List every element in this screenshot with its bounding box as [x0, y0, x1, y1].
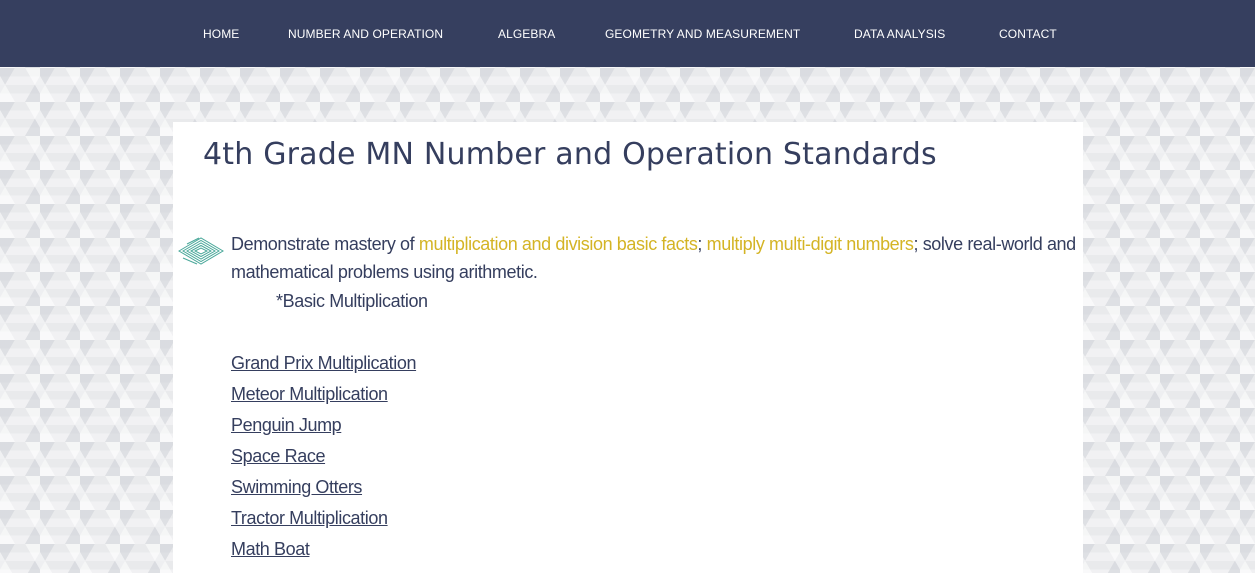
highlight-multi-digit: multiply multi-digit numbers — [706, 234, 914, 254]
top-navbar: HOME NUMBER AND OPERATION ALGEBRA GEOMET… — [0, 0, 1255, 67]
list-item: Tractor Multiplication — [231, 503, 416, 534]
page-title: 4th Grade MN Number and Operation Standa… — [203, 137, 937, 172]
list-item: Penguin Jump — [231, 410, 416, 441]
diamond-bullet-icon — [178, 237, 224, 265]
subheading: *Basic Multiplication — [276, 291, 428, 311]
link-space-race[interactable]: Space Race — [231, 446, 325, 466]
nav-home[interactable]: HOME — [203, 24, 239, 44]
standard-text: Demonstrate mastery of multiplication an… — [231, 230, 1077, 286]
highlight-basic-facts: multiplication and division basic facts — [418, 234, 698, 254]
game-link-list: Grand Prix Multiplication Meteor Multipl… — [231, 348, 416, 565]
link-math-boat[interactable]: Math Boat — [231, 539, 310, 559]
link-meteor-multiplication[interactable]: Meteor Multiplication — [231, 384, 388, 404]
standard-text-part: Demonstrate mastery of — [231, 234, 419, 254]
nav-geometry-and-measurement[interactable]: GEOMETRY AND MEASUREMENT — [605, 24, 800, 44]
nav-number-and-operation[interactable]: NUMBER AND OPERATION — [288, 24, 443, 44]
nav-data-analysis[interactable]: DATA ANALYSIS — [854, 24, 945, 44]
nav-contact[interactable]: CONTACT — [999, 24, 1057, 44]
list-item: Meteor Multiplication — [231, 379, 416, 410]
content-panel: 4th Grade MN Number and Operation Standa… — [173, 122, 1083, 573]
link-tractor-multiplication[interactable]: Tractor Multiplication — [231, 508, 388, 528]
list-item: Space Race — [231, 441, 416, 472]
list-item: Grand Prix Multiplication — [231, 348, 416, 379]
link-penguin-jump[interactable]: Penguin Jump — [231, 415, 342, 435]
list-item: Swimming Otters — [231, 472, 416, 503]
list-item: Math Boat — [231, 534, 416, 565]
nav-algebra[interactable]: ALGEBRA — [498, 24, 555, 44]
standard-text-part: ; — [697, 234, 707, 254]
link-grand-prix-multiplication[interactable]: Grand Prix Multiplication — [231, 353, 416, 373]
link-swimming-otters[interactable]: Swimming Otters — [231, 477, 362, 497]
